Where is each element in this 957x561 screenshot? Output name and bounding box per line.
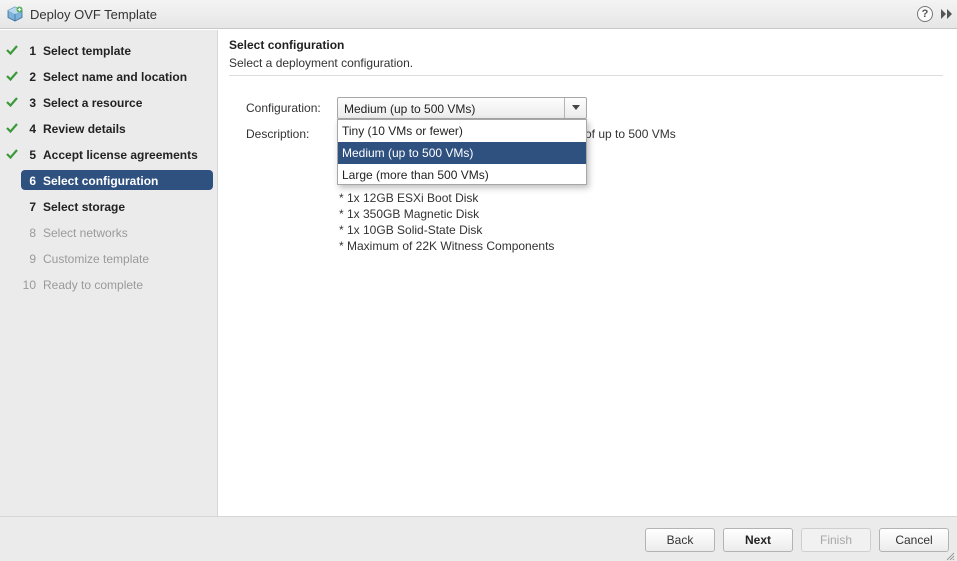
step-label: Select name and location: [43, 70, 188, 84]
window-titlebar: Deploy OVF Template ?: [0, 0, 957, 29]
description-line: * 1x 12GB ESXi Boot Disk: [339, 191, 479, 205]
description-text-fragment: of up to 500 VMs: [585, 127, 676, 141]
configuration-select[interactable]: Medium (up to 500 VMs): [337, 97, 587, 119]
chevron-down-icon: [572, 105, 580, 110]
step-label: Select storage: [43, 200, 126, 214]
step-number: 7: [29, 200, 36, 214]
checkmark-icon: [5, 95, 19, 109]
expand-icon[interactable]: [940, 7, 954, 21]
step-number: 6: [29, 174, 36, 188]
step-number: 10: [22, 278, 36, 292]
step-select-configuration[interactable]: 6 Select configuration: [21, 170, 213, 190]
wizard-footer: Back Next Finish Cancel: [0, 516, 957, 561]
step-label: Select networks: [43, 226, 128, 240]
next-button[interactable]: Next: [723, 528, 793, 552]
finish-button: Finish: [801, 528, 871, 552]
divider: [229, 75, 943, 76]
page-subtitle: Select a deployment configuration.: [229, 56, 414, 70]
configuration-label: Configuration:: [246, 101, 321, 115]
step-select-name-and-location[interactable]: 2 Select name and location: [0, 66, 218, 86]
step-label: Select template: [43, 44, 132, 58]
configuration-select-value: Medium (up to 500 VMs): [344, 102, 476, 116]
step-select-storage[interactable]: 7 Select storage: [0, 196, 218, 216]
step-number: 3: [29, 96, 36, 110]
description-line: * 1x 10GB Solid-State Disk: [339, 223, 483, 237]
configuration-dropdown-list: Tiny (10 VMs or fewer) Medium (up to 500…: [337, 119, 587, 185]
step-number: 5: [29, 148, 36, 162]
step-ready-to-complete: 10 Ready to complete: [0, 274, 218, 294]
step-customize-template: 9 Customize template: [0, 248, 218, 268]
checkmark-icon: [5, 121, 19, 135]
step-review-details[interactable]: 4 Review details: [0, 118, 218, 138]
step-accept-license-agreements[interactable]: 5 Accept license agreements: [0, 144, 218, 164]
checkmark-icon: [5, 43, 19, 57]
checkmark-icon: [5, 69, 19, 83]
main-content: Select configuration Select a deployment…: [219, 30, 957, 516]
page-title: Select configuration: [229, 38, 345, 52]
step-number: 8: [29, 226, 36, 240]
step-label: Select a resource: [43, 96, 143, 110]
dropdown-option-medium[interactable]: Medium (up to 500 VMs): [338, 142, 586, 164]
step-number: 4: [29, 122, 36, 136]
dropdown-arrow[interactable]: [564, 98, 586, 118]
step-select-networks: 8 Select networks: [0, 222, 218, 242]
description-line: * Maximum of 22K Witness Components: [339, 239, 555, 253]
dropdown-option-tiny[interactable]: Tiny (10 VMs or fewer): [338, 120, 586, 142]
resize-grip-icon[interactable]: [945, 550, 955, 561]
step-label: Ready to complete: [43, 278, 144, 292]
step-label: Select configuration: [43, 174, 159, 188]
step-label: Review details: [43, 122, 126, 136]
back-button[interactable]: Back: [645, 528, 715, 552]
step-number: 2: [29, 70, 36, 84]
step-select-template[interactable]: 1 Select template: [0, 40, 218, 60]
step-label: Accept license agreements: [43, 148, 198, 162]
step-number: 9: [29, 252, 36, 266]
checkmark-icon: [5, 147, 19, 161]
ovf-deploy-icon: [7, 6, 23, 22]
step-select-a-resource[interactable]: 3 Select a resource: [0, 92, 218, 112]
window-title: Deploy OVF Template: [30, 7, 157, 22]
cancel-button[interactable]: Cancel: [879, 528, 949, 552]
help-icon[interactable]: ?: [917, 6, 933, 22]
wizard-steps-sidebar: 1 Select template 2 Select name and loca…: [0, 30, 218, 516]
dropdown-option-large[interactable]: Large (more than 500 VMs): [338, 164, 586, 186]
description-line: * 1x 350GB Magnetic Disk: [339, 207, 480, 221]
description-label: Description:: [246, 127, 310, 141]
step-number: 1: [29, 44, 36, 58]
step-label: Customize template: [43, 252, 150, 266]
